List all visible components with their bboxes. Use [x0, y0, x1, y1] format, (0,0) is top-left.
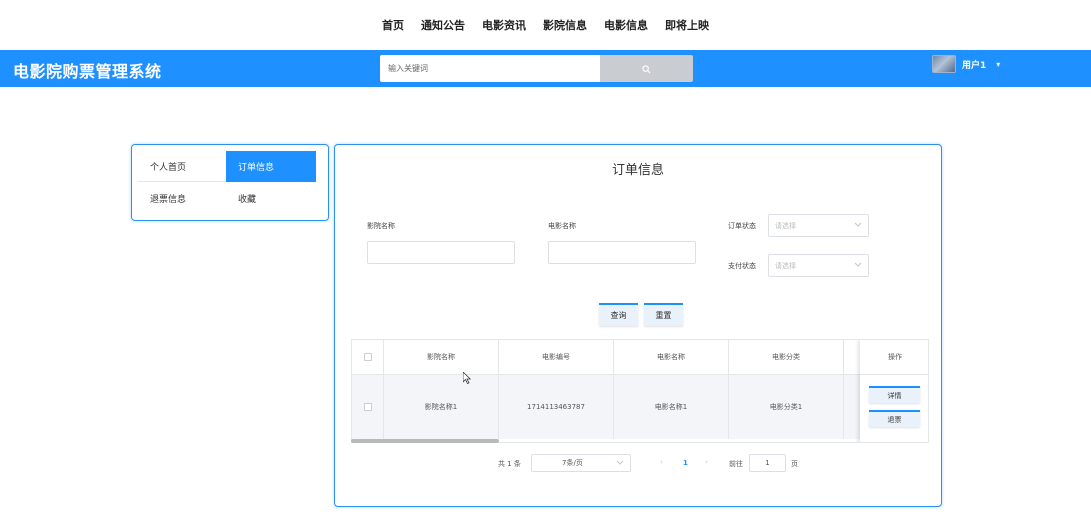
- detail-button[interactable]: 详情: [869, 386, 920, 403]
- pay-status-label: 支付状态: [728, 262, 756, 270]
- order-status-placeholder: 请选择: [775, 221, 796, 230]
- nav-coming-soon[interactable]: 即将上映: [657, 17, 718, 33]
- query-button[interactable]: 查询: [599, 303, 638, 326]
- column-header[interactable]: 电影分类: [729, 340, 844, 375]
- horizontal-scrollbar[interactable]: [351, 439, 499, 443]
- reset-button[interactable]: 重置: [644, 303, 683, 326]
- row-checkbox[interactable]: [363, 403, 372, 411]
- pagination-total: 共 1 条: [498, 460, 521, 468]
- menu-item-refund-info[interactable]: 退票信息: [138, 183, 226, 214]
- table-cell: 1714113463787: [499, 375, 614, 439]
- chevron-down-icon: [854, 262, 862, 270]
- avatar: [932, 55, 956, 73]
- header-bar: 电影院购票管理系统 用户1 ▾: [0, 50, 1091, 87]
- chevron-down-icon: [854, 222, 862, 230]
- menu-item-order-info[interactable]: 订单信息: [226, 151, 316, 182]
- table-cell: 影院名称1: [384, 375, 499, 439]
- site-title: 电影院购票管理系统: [13, 62, 162, 81]
- table-cell: 电影名称1: [614, 375, 729, 439]
- movie-name-input[interactable]: [548, 241, 696, 264]
- page-title: 订单信息: [611, 163, 664, 178]
- search-input[interactable]: [380, 55, 600, 82]
- orders-table: 影院名称 电影编号 电影名称 电影分类 影院名称1 1714113463787 …: [351, 339, 929, 443]
- select-all-cell: [352, 340, 384, 375]
- column-header[interactable]: 影院名称: [384, 340, 499, 375]
- page-size-value: 7条/页: [562, 459, 583, 467]
- prev-page-icon[interactable]: ‹: [660, 458, 663, 466]
- goto-page-input[interactable]: 1: [749, 454, 786, 472]
- search-button[interactable]: [600, 55, 693, 82]
- chevron-down-icon: ▾: [996, 59, 1001, 69]
- row-select-cell: [352, 375, 384, 439]
- nav-movie-news[interactable]: 电影资讯: [474, 17, 535, 33]
- current-page[interactable]: 1: [683, 459, 688, 467]
- actions-column: 操作 详情 退票: [860, 340, 928, 442]
- nav-home[interactable]: 首页: [374, 17, 413, 33]
- column-header: 操作: [860, 340, 928, 375]
- nav-movie-info[interactable]: 电影信息: [596, 17, 657, 33]
- page-unit: 页: [791, 460, 798, 468]
- menu-item-personal-home[interactable]: 个人首页: [138, 151, 226, 182]
- movie-name-label: 电影名称: [548, 222, 576, 230]
- select-all-checkbox[interactable]: [363, 353, 372, 361]
- chevron-down-icon: [616, 460, 624, 468]
- pay-status-select[interactable]: 请选择: [768, 254, 869, 277]
- refund-button[interactable]: 退票: [869, 410, 920, 427]
- username: 用户1: [962, 60, 987, 71]
- column-header[interactable]: 电影名称: [614, 340, 729, 375]
- top-nav: 首页 通知公告 电影资讯 影院信息 电影信息 即将上映: [0, 0, 1091, 50]
- page-size-select[interactable]: 7条/页: [531, 454, 631, 472]
- order-status-select[interactable]: 请选择: [768, 214, 869, 237]
- nav-notices[interactable]: 通知公告: [413, 17, 474, 33]
- next-page-icon[interactable]: ›: [705, 458, 708, 466]
- pay-status-placeholder: 请选择: [775, 261, 796, 270]
- order-status-label: 订单状态: [728, 222, 756, 230]
- cinema-name-label: 影院名称: [367, 222, 395, 230]
- mouse-cursor-icon: [462, 369, 472, 388]
- nav-cinema-info[interactable]: 影院信息: [535, 17, 596, 33]
- personal-menu: 个人首页 订单信息 退票信息 收藏: [131, 144, 329, 221]
- table-cell: 电影分类1: [729, 375, 844, 439]
- search-icon: [642, 59, 651, 78]
- user-menu[interactable]: 用户1 ▾: [932, 55, 1000, 73]
- cinema-name-input[interactable]: [367, 241, 515, 264]
- column-header[interactable]: 电影编号: [499, 340, 614, 375]
- order-panel: 订单信息 影院名称 电影名称 订单状态 请选择 支付状态 请选择 查询 重置 影…: [334, 144, 942, 507]
- menu-item-favorites[interactable]: 收藏: [226, 183, 316, 214]
- goto-label: 前往: [729, 460, 743, 468]
